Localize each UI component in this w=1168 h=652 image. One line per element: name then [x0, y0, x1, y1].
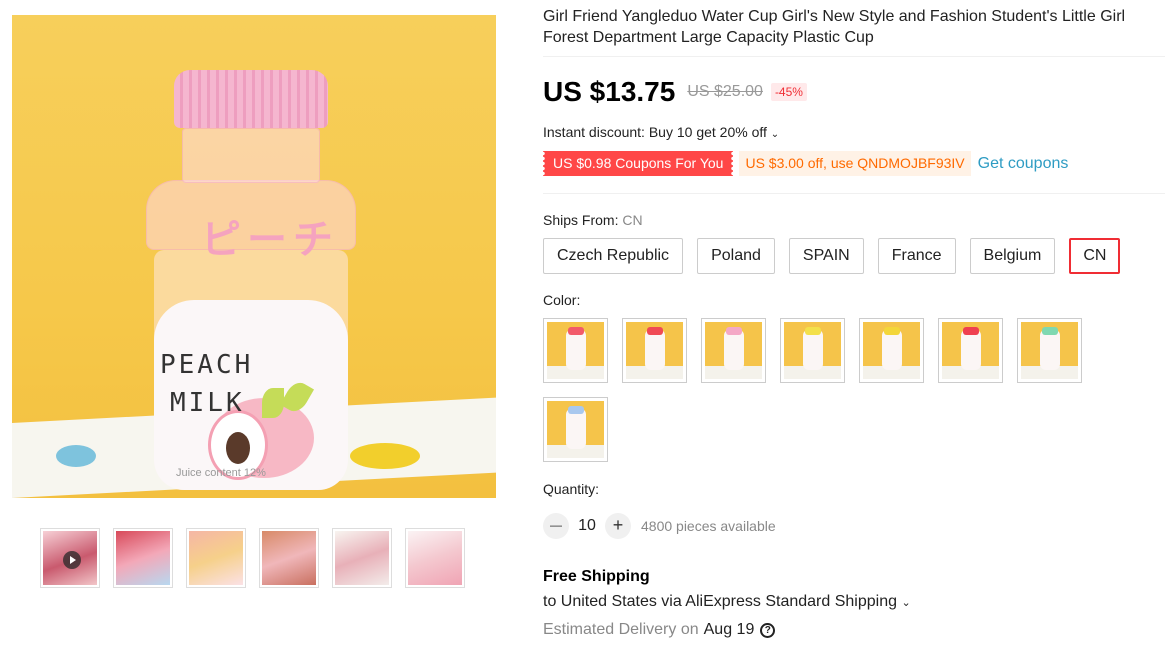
ships-from-text: Ships From: — [543, 212, 623, 228]
color-swatch[interactable] — [701, 318, 766, 383]
ship-option-belgium[interactable]: Belgium — [969, 238, 1056, 274]
bottle-milk-label: MILK — [170, 388, 245, 418]
quantity-input[interactable]: 10 — [569, 517, 605, 535]
bottle-peach-label: PEACH — [160, 350, 254, 380]
discount-badge: -45% — [770, 83, 807, 101]
play-icon[interactable] — [63, 551, 81, 569]
thumbnail-image[interactable] — [405, 528, 465, 588]
thumbnail-image[interactable] — [113, 528, 173, 588]
bottle-cap — [174, 70, 328, 128]
thumbnail-strip — [40, 528, 465, 588]
price-row: US $13.75 US $25.00 -45% — [543, 76, 807, 108]
free-shipping: Free Shipping — [543, 568, 650, 585]
estimated-delivery-label: Estimated Delivery on — [543, 621, 699, 638]
divider — [543, 56, 1165, 57]
bottle-illustration: ピーチ PEACH MILK Juice content 12% — [146, 70, 356, 490]
ship-option-poland[interactable]: Poland — [697, 238, 775, 274]
main-product-image[interactable]: ピーチ PEACH MILK Juice content 12% — [12, 15, 496, 498]
quantity-stepper: — 10 + 4800 pieces available — [543, 513, 776, 539]
thumbnail-image[interactable] — [259, 528, 319, 588]
color-swatch[interactable] — [543, 318, 608, 383]
chevron-down-icon[interactable]: ⌄ — [901, 597, 910, 609]
color-swatch-image — [942, 322, 999, 379]
color-swatch[interactable] — [859, 318, 924, 383]
divider — [543, 193, 1165, 194]
color-swatch[interactable] — [1017, 318, 1082, 383]
color-swatch-image — [784, 322, 841, 379]
color-swatch-image — [705, 322, 762, 379]
bottle-jp-label: ピーチ — [201, 218, 339, 262]
bottle-juice-label: Juice content 12% — [176, 467, 266, 479]
quantity-increase-button[interactable]: + — [605, 513, 631, 539]
color-swatches — [543, 318, 1103, 462]
color-swatch-image — [626, 322, 683, 379]
coupon-row: US $0.98 Coupons For You US $3.00 off, u… — [543, 151, 1068, 176]
instant-discount[interactable]: Instant discount: Buy 10 get 20% off ⌄ — [543, 124, 779, 140]
shipping-destination-text: to United States via AliExpress Standard… — [543, 593, 897, 610]
ship-option-france[interactable]: France — [877, 238, 956, 274]
yellow-flower-decoration — [350, 443, 420, 469]
ships-from-options: Czech Republic Poland SPAIN France Belgi… — [543, 238, 1121, 274]
blue-flower-decoration — [56, 445, 96, 467]
product-title: Girl Friend Yangleduo Water Cup Girl's N… — [543, 8, 1126, 46]
quantity-available: 4800 pieces available — [641, 518, 776, 534]
color-swatch-image — [1021, 322, 1078, 379]
color-swatch-image — [863, 322, 920, 379]
color-swatch[interactable] — [780, 318, 845, 383]
ships-from-label: Ships From: CN — [543, 212, 643, 228]
instant-discount-text: Instant discount: Buy 10 get 20% off — [543, 124, 767, 140]
thumbnail-image[interactable] — [332, 528, 392, 588]
quantity-label: Quantity: — [543, 481, 600, 497]
color-swatch[interactable] — [622, 318, 687, 383]
coupon-badge[interactable]: US $0.98 Coupons For You — [543, 151, 734, 176]
help-icon[interactable]: ? — [760, 622, 776, 638]
shipping-destination[interactable]: to United States via AliExpress Standard… — [543, 593, 911, 611]
estimated-delivery-date: Aug 19 — [703, 621, 755, 638]
thumbnail-video[interactable] — [40, 528, 100, 588]
thumbnail-image[interactable] — [186, 528, 246, 588]
get-coupons-link[interactable]: Get coupons — [978, 155, 1069, 173]
color-label: Color: — [543, 292, 581, 308]
color-swatch-image — [547, 401, 604, 458]
ship-option-cn[interactable]: CN — [1069, 238, 1121, 274]
color-swatch[interactable] — [543, 397, 608, 462]
color-swatch[interactable] — [938, 318, 1003, 383]
ships-from-value: CN — [622, 212, 643, 228]
original-price: US $25.00 — [687, 83, 763, 100]
ship-option-czech-republic[interactable]: Czech Republic — [543, 238, 684, 274]
ship-option-spain[interactable]: SPAIN — [788, 238, 864, 274]
chevron-down-icon[interactable]: ⌄ — [771, 129, 779, 140]
current-price: US $13.75 — [543, 76, 676, 107]
quantity-decrease-button[interactable]: — — [543, 513, 569, 539]
color-swatch-image — [547, 322, 604, 379]
estimated-delivery: Estimated Delivery on Aug 19 ? — [543, 621, 776, 639]
coupon-code: US $3.00 off, use QNDMOJBF93IV — [739, 151, 971, 176]
